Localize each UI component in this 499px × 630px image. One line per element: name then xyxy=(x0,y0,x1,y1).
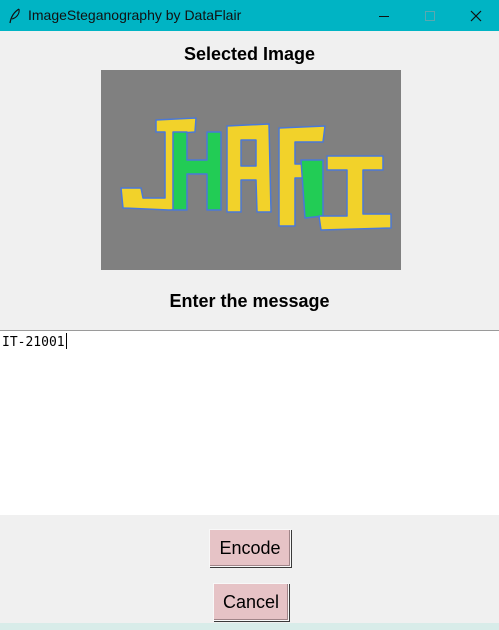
text-caret xyxy=(65,333,67,349)
maximize-icon xyxy=(425,10,435,21)
close-icon xyxy=(470,10,482,21)
minimize-icon xyxy=(379,15,389,17)
close-button[interactable] xyxy=(453,0,499,31)
selected-image-preview xyxy=(101,70,401,270)
title-bar[interactable]: ImageSteganography by DataFlair xyxy=(0,0,499,31)
maximize-button[interactable] xyxy=(407,0,453,31)
minimize-button[interactable] xyxy=(361,0,407,31)
enter-message-label: Enter the message xyxy=(169,291,330,311)
window-bottom-edge xyxy=(0,623,499,630)
message-textarea[interactable]: IT-21001 xyxy=(0,330,499,515)
selected-image-label: Selected Image xyxy=(183,44,316,64)
feather-icon xyxy=(9,8,20,24)
encode-button[interactable]: Encode xyxy=(209,529,291,567)
message-text: IT-21001 xyxy=(2,333,67,350)
cancel-button[interactable]: Cancel xyxy=(213,583,289,621)
jhafi-logo-image xyxy=(120,117,392,231)
window-title: ImageSteganography by DataFlair xyxy=(28,7,242,23)
